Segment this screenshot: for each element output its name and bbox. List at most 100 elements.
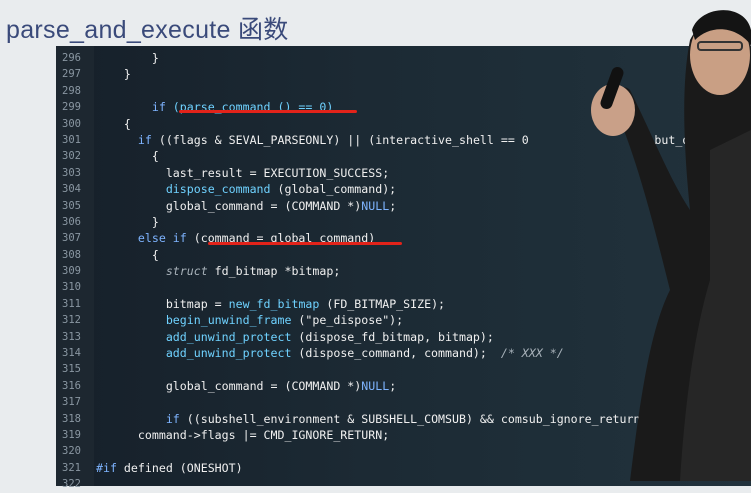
code-token: dispose_command — [165, 182, 271, 197]
code-text: if (parse_command () == 0) — [96, 99, 334, 115]
code-line: 310 — [56, 279, 751, 295]
code-token: { — [123, 116, 131, 131]
code-text: last_result = EXECUTION_SUCCESS; — [96, 165, 389, 181]
code-token: add_unwind_protect — [165, 346, 292, 361]
code-line: 322 — [56, 476, 751, 492]
line-number: 318 — [62, 412, 81, 425]
code-text: bitmap = new_fd_bitmap (FD_BITMAP_SIZE); — [96, 296, 445, 312]
annotation-underline-parse-command — [179, 110, 357, 113]
line-number: 322 — [62, 478, 81, 491]
code-line: 315 — [56, 361, 751, 377]
code-token: #if — [96, 460, 117, 475]
line-number: 308 — [62, 248, 81, 261]
code-line: 300 { — [56, 116, 751, 132]
code-token: global_command = (COMMAND *) — [165, 378, 362, 393]
line-number: 300 — [62, 117, 81, 130]
line-number: 298 — [62, 84, 81, 97]
annotation-underline-global-command — [208, 242, 402, 245]
code-text: add_unwind_protect (dispose_command, com… — [96, 345, 564, 361]
code-token: { — [151, 149, 159, 164]
code-line: 308 { — [56, 247, 751, 263]
line-number: 305 — [62, 199, 81, 212]
code-token: fd_bitmap *bitmap; — [207, 264, 341, 279]
code-line: 297 } — [56, 66, 751, 82]
code-token: if — [165, 411, 187, 426]
code-line: 317 — [56, 394, 751, 410]
code-line: 321 #if defined (ONESHOT) — [56, 460, 751, 476]
code-line: 303 last_result = EXECUTION_SUCCESS; — [56, 165, 751, 181]
code-token: } — [123, 67, 131, 82]
line-number: 302 — [62, 150, 81, 163]
code-line: 318 if ((subshell_environment & SUBSHELL… — [56, 411, 751, 427]
code-text: } — [96, 214, 159, 230]
code-text: if ((subshell_environment & SUBSHELL_COM… — [96, 411, 648, 427]
code-token: bitmap = — [165, 296, 229, 311]
code-token: if — [151, 100, 173, 115]
code-line: 307 else if (command = global_command) — [56, 230, 751, 246]
code-line: 314 add_unwind_protect (dispose_command,… — [56, 345, 751, 361]
code-token: last_result = EXECUTION_SUCCESS; — [165, 165, 390, 180]
code-line: 304 dispose_command (global_command); — [56, 181, 751, 197]
line-number: 306 — [62, 215, 81, 228]
code-token: ((subshell_environment & SUBSHELL_COMSUB… — [186, 411, 648, 426]
line-number: 311 — [62, 297, 81, 310]
code-line: 313 add_unwind_protect (dispose_fd_bitma… — [56, 329, 751, 345]
code-token: (FD_BITMAP_SIZE); — [319, 296, 446, 311]
code-line: 302 { — [56, 148, 751, 164]
code-token: (global_command); — [270, 182, 397, 197]
code-line: 312 begin_unwind_frame ("pe_dispose"); — [56, 312, 751, 328]
code-token: else if — [137, 231, 194, 246]
line-number: 314 — [62, 347, 81, 360]
code-line: 301 if ((flags & SEVAL_PARSEONLY) || (in… — [56, 132, 751, 148]
line-number: 303 — [62, 166, 81, 179]
line-number: 301 — [62, 133, 81, 146]
code-line: 319 command->flags |= CMD_IGNORE_RETURN; — [56, 427, 751, 443]
code-text: struct fd_bitmap *bitmap; — [96, 263, 341, 279]
code-text: { — [96, 116, 131, 132]
code-text: { — [96, 247, 159, 263]
line-number: 317 — [62, 396, 81, 409]
code-token: global_command = (COMMAND *) — [165, 198, 362, 213]
code-text: if ((flags & SEVAL_PARSEONLY) || (intera… — [96, 132, 751, 148]
line-number: 316 — [62, 379, 81, 392]
line-number: 319 — [62, 428, 81, 441]
code-token: } — [151, 51, 159, 65]
line-number: 309 — [62, 265, 81, 278]
code-token: ; — [389, 378, 397, 393]
code-token: ; — [389, 198, 397, 213]
line-number: 315 — [62, 363, 81, 376]
code-token: ((flags & SEVAL_PARSEONLY) || (interacti… — [158, 132, 529, 147]
code-token: ("pe_dispose"); — [291, 313, 404, 328]
code-line: 305 global_command = (COMMAND *)NULL; — [56, 198, 751, 214]
code-text: command->flags |= CMD_IGNORE_RETURN; — [96, 427, 389, 443]
code-text: #if defined (ONESHOT) — [96, 460, 243, 476]
code-token: NULL — [361, 198, 390, 213]
code-token: (dispose_command, command); — [291, 346, 501, 361]
code-text: dispose_command (global_command); — [96, 181, 396, 197]
slide-title: parse_and_execute 函数 — [6, 16, 289, 44]
code-line: 299 if (parse_command () == 0) — [56, 99, 751, 115]
code-text: global_command = (COMMAND *)NULL; — [96, 198, 396, 214]
code-line: 306 } — [56, 214, 751, 230]
code-token: /* XXX */ — [500, 346, 564, 361]
code-token: if — [137, 132, 159, 147]
line-number: 313 — [62, 330, 81, 343]
line-number: 320 — [62, 445, 81, 458]
code-token: struct — [165, 264, 208, 279]
code-token: add_unwind_protect — [165, 329, 292, 344]
code-listing: 296 } 297 } 298 299 if (parse_command () ==… — [56, 50, 751, 493]
code-token: new_fd_bitmap — [228, 296, 320, 311]
code-text: begin_unwind_frame ("pe_dispose"); — [96, 312, 403, 328]
code-token: begin_unwind_frame — [165, 313, 292, 328]
code-token: NULL — [361, 378, 390, 393]
line-number: 299 — [62, 101, 81, 114]
code-token: (dispose_fd_bitmap, bitmap); — [291, 329, 494, 344]
line-number: 304 — [62, 183, 81, 196]
code-token: { — [151, 247, 159, 262]
code-text: } — [96, 50, 159, 66]
code-token: command->flags |= CMD_IGNORE_RETURN; — [137, 427, 390, 442]
line-number: 321 — [62, 461, 81, 474]
code-token: } — [151, 214, 159, 229]
code-line: 296 } — [56, 50, 751, 66]
code-line: 311 bitmap = new_fd_bitmap (FD_BITMAP_SI… — [56, 296, 751, 312]
